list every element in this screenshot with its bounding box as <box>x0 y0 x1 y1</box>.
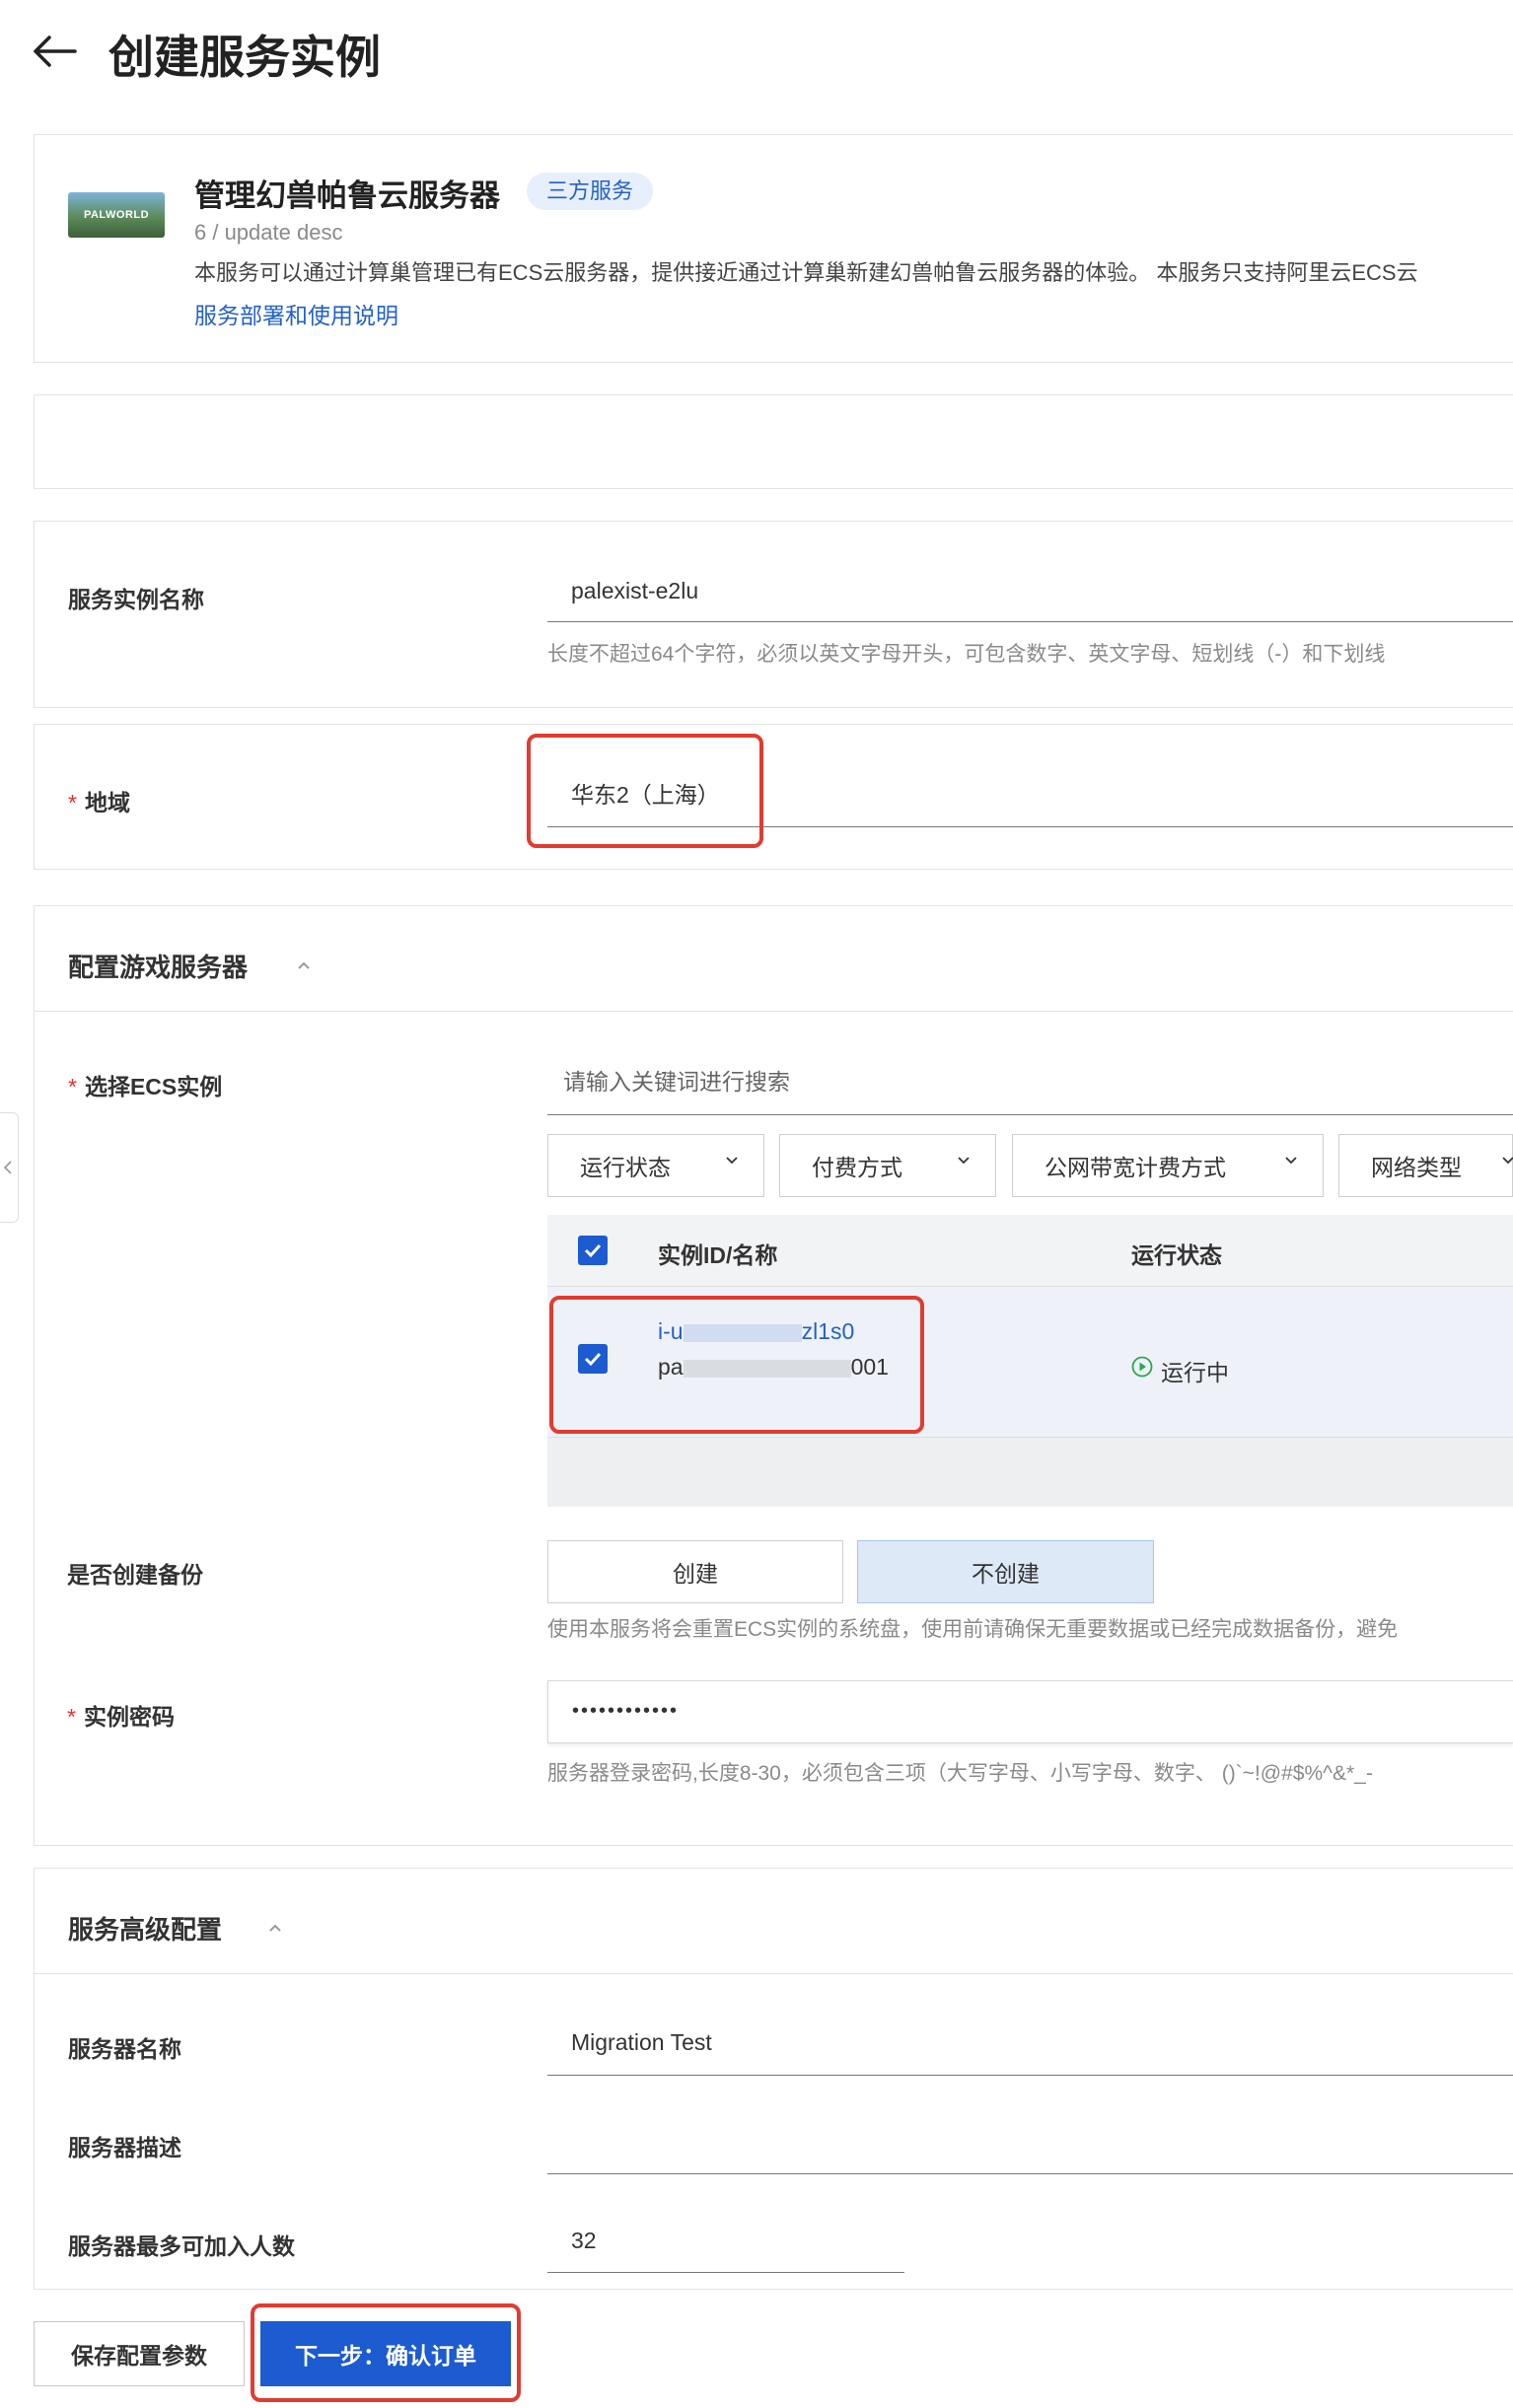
backup-option-no-create[interactable]: 不创建 <box>857 1540 1154 1603</box>
empty-panel <box>34 394 1513 489</box>
chevron-left-icon <box>3 1161 12 1174</box>
instance-name-hint: 长度不超过64个字符，必须以英文字母开头，可包含数字、英文字母、短划线（-）和下… <box>547 643 1386 666</box>
filter-network-type[interactable]: 网络类型 <box>1338 1134 1513 1197</box>
third-party-badge: 三方服务 <box>527 173 654 210</box>
chevron-up-icon[interactable] <box>296 959 312 971</box>
arrow-left-icon[interactable] <box>32 32 77 71</box>
filter-run-status[interactable]: 运行状态 <box>547 1134 764 1197</box>
filter-billing[interactable]: 付费方式 <box>779 1134 996 1197</box>
advanced-config-card: 服务高级配置 服务器名称 Migration Test 服务器描述 服务器最多可… <box>34 1868 1513 2290</box>
play-circle-icon <box>1131 1356 1153 1378</box>
ecs-search-input[interactable]: 请输入关键词进行搜索 <box>547 1050 1513 1115</box>
password-label: * 实例密码 <box>67 1704 175 1730</box>
section-divider <box>35 1011 1513 1012</box>
chevron-down-icon <box>1285 1157 1297 1165</box>
required-mark: * <box>67 1704 76 1730</box>
password-input[interactable]: •••••••••••• <box>547 1680 1513 1743</box>
backup-option-create[interactable]: 创建 <box>547 1540 843 1603</box>
required-mark: * <box>68 790 77 815</box>
backup-label: 是否创建备份 <box>67 1562 203 1588</box>
server-desc-label: 服务器描述 <box>68 2135 181 2160</box>
service-logo: PALWORLD <box>68 192 165 238</box>
highlight-instance <box>549 1296 924 1434</box>
chevron-down-icon <box>726 1157 738 1165</box>
table-footer <box>547 1438 1513 1507</box>
section-divider <box>35 1973 1513 1974</box>
side-collapse-handle[interactable] <box>0 1112 19 1223</box>
backup-hint: 使用本服务将会重置ECS实例的系统盘，使用前请确保无重要数据或已经完成数据备份，… <box>547 1618 1399 1641</box>
chevron-down-icon <box>958 1157 970 1165</box>
deploy-guide-link[interactable]: 服务部署和使用说明 <box>194 297 398 330</box>
page-title: 创建服务实例 <box>108 32 381 83</box>
select-all-checkbox[interactable] <box>578 1236 608 1265</box>
required-mark: * <box>68 1074 77 1099</box>
instance-name-label: 服务实例名称 <box>68 587 204 612</box>
service-version: 6 / update desc <box>194 220 343 245</box>
advanced-section-title: 服务高级配置 <box>68 1915 223 1945</box>
ecs-label: * 选择ECS实例 <box>68 1074 223 1099</box>
server-name-label: 服务器名称 <box>68 2036 181 2062</box>
server-name-input[interactable]: Migration Test <box>547 2011 1513 2076</box>
service-name: 管理幻兽帕鲁云服务器 <box>194 178 500 213</box>
password-hint: 服务器登录密码,长度8-30，必须包含三项（大写字母、小写字母、数字、 ()`~… <box>547 1762 1373 1785</box>
region-card: * 地域 华东2（上海） <box>34 724 1513 870</box>
instance-name-card: 服务实例名称 palexist-e2lu 长度不超过64个字符，必须以英文字母开… <box>34 521 1513 708</box>
instance-name-input[interactable]: palexist-e2lu <box>547 561 1513 622</box>
highlight-region <box>527 734 763 848</box>
column-header-instance: 实例ID/名称 <box>658 1242 778 1268</box>
game-server-section-title: 配置游戏服务器 <box>68 953 249 982</box>
highlight-next-button <box>251 2303 521 2402</box>
filter-bandwidth-billing[interactable]: 公网带宽计费方式 <box>1012 1134 1324 1197</box>
chevron-down-icon <box>1502 1157 1513 1165</box>
status-text: 运行中 <box>1161 1360 1229 1385</box>
max-players-input[interactable]: 32 <box>547 2210 904 2273</box>
ecs-table-header: 实例ID/名称 运行状态 <box>547 1215 1513 1287</box>
service-info-card: PALWORLD 管理幻兽帕鲁云服务器 三方服务 6 / update desc… <box>34 134 1513 363</box>
server-desc-input[interactable] <box>547 2109 1513 2174</box>
max-players-label: 服务器最多可加入人数 <box>68 2233 295 2259</box>
save-config-button[interactable]: 保存配置参数 <box>34 2321 245 2386</box>
chevron-up-icon[interactable] <box>267 1922 283 1934</box>
service-description: 本服务可以通过计算巢管理已有ECS云服务器，提供接近通过计算巢新建幻兽帕鲁云服务… <box>194 260 1418 285</box>
region-label: * 地域 <box>68 790 130 815</box>
column-header-status: 运行状态 <box>1131 1242 1222 1268</box>
